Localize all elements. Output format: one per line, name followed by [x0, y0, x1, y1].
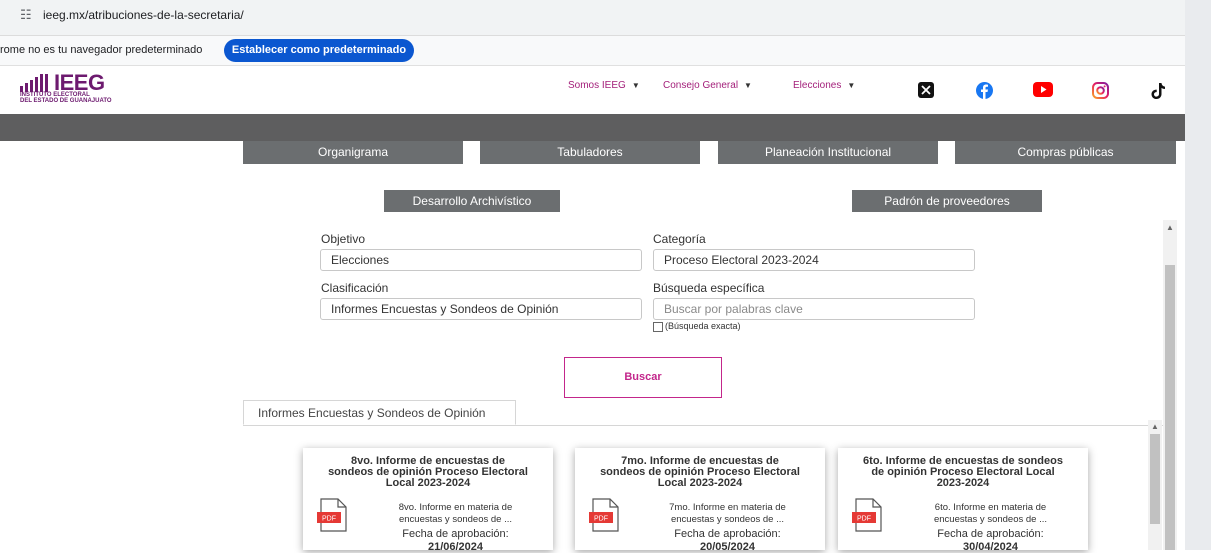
desarrollo-archivistico-button[interactable]: Desarrollo Archivístico: [384, 190, 560, 212]
nav-elecciones[interactable]: Elecciones ▼: [793, 80, 855, 91]
card-title[interactable]: 7mo. Informe de encuestas de sondeos de …: [575, 456, 825, 489]
card-title-line: Local 2023-2024: [385, 477, 471, 489]
pdf-label: PDF: [594, 516, 608, 523]
fecha-label: Fecha de aprobación:: [402, 528, 509, 540]
site-info-icon[interactable]: ☷: [20, 8, 32, 23]
youtube-icon[interactable]: [1033, 82, 1053, 97]
busqueda-exacta-label: (Búsqueda exacta): [665, 321, 741, 331]
nav-elecciones-label: Elecciones: [793, 80, 842, 91]
logo-bars-icon: [20, 74, 48, 92]
caret-down-icon: ▼: [631, 81, 640, 90]
card-desc-line: 7mo. Informe en materia de: [669, 502, 786, 513]
facebook-icon[interactable]: [976, 82, 993, 99]
busqueda-exacta-checkbox[interactable]: (Búsqueda exacta): [653, 321, 741, 332]
address-bar[interactable]: ☷ ieeg.mx/atribuciones-de-la-secretaria/: [0, 0, 1185, 36]
instagram-icon[interactable]: [1092, 82, 1109, 99]
window-edge: [1185, 0, 1211, 550]
card-desc-line: 6to. Informe en materia de: [934, 502, 1047, 513]
nav-consejo-general[interactable]: Consejo General ▼: [663, 80, 752, 91]
fecha-label: Fecha de aprobación:: [937, 528, 1044, 540]
tabuladores-button[interactable]: Tabuladores: [480, 141, 700, 164]
page-scrollbar[interactable]: ▲: [1163, 220, 1177, 550]
report-card[interactable]: 7mo. Informe de encuestas de sondeos de …: [575, 448, 825, 553]
nav-somos-ieeg[interactable]: Somos IEEG ▼: [568, 80, 640, 91]
categoria-label: Categoría: [653, 232, 706, 246]
url-text[interactable]: ieeg.mx/atribuciones-de-la-secretaria/: [43, 8, 244, 22]
card-desc-line: encuestas y sondeos de ...: [933, 514, 1048, 525]
ieeg-logo[interactable]: IEEG INSTITUTO ELECTORAL DEL ESTADO DE G…: [20, 70, 140, 104]
organigrama-button[interactable]: Organigrama: [243, 141, 463, 164]
card-title[interactable]: 8vo. Informe de encuestas de sondeos de …: [303, 456, 553, 489]
scrollbar-thumb[interactable]: [1150, 434, 1160, 524]
report-card[interactable]: 8vo. Informe de encuestas de sondeos de …: [303, 448, 553, 553]
padron-proveedores-button[interactable]: Padrón de proveedores: [852, 190, 1042, 212]
scroll-up-icon[interactable]: ▲: [1166, 223, 1174, 232]
card-desc-line: encuestas y sondeos de ...: [398, 514, 513, 525]
tab-informes-encuestas[interactable]: Informes Encuestas y Sondeos de Opinión: [243, 400, 516, 425]
tiktok-icon[interactable]: [1150, 82, 1166, 100]
logo-subtitle: INSTITUTO ELECTORAL DEL ESTADO DE GUANAJ…: [20, 92, 112, 104]
clasificacion-label: Clasificación: [321, 281, 389, 295]
objetivo-select[interactable]: Elecciones: [320, 249, 642, 271]
scrollbar-thumb[interactable]: [1165, 265, 1175, 550]
busqueda-label: Búsqueda específica: [653, 281, 765, 295]
pdf-icon[interactable]: PDF: [589, 498, 621, 532]
scroll-up-icon[interactable]: ▲: [1151, 422, 1159, 431]
set-default-button[interactable]: Establecer como predeterminado: [224, 39, 414, 62]
card-description: 7mo. Informe en materia de encuestas y s…: [635, 502, 820, 526]
pdf-icon[interactable]: PDF: [317, 498, 349, 532]
buscar-button[interactable]: Buscar: [564, 357, 722, 398]
caret-down-icon: ▼: [744, 81, 752, 90]
default-browser-infobar: rome no es tu navegador predeterminado E…: [0, 36, 1185, 66]
nav-somos-ieeg-label: Somos IEEG: [568, 80, 626, 91]
nav-consejo-general-label: Consejo General: [663, 80, 739, 91]
pdf-label: PDF: [322, 516, 336, 523]
card-desc-line: encuestas y sondeos de ...: [670, 514, 785, 525]
card-description: 6to. Informe en materia de encuestas y s…: [898, 502, 1083, 526]
logo-sub-line2: DEL ESTADO DE GUANAJUATO: [20, 98, 112, 104]
report-card[interactable]: 6to. Informe de encuestas de sondeos de …: [838, 448, 1088, 553]
infobar-message: rome no es tu navegador predeterminado: [0, 44, 203, 56]
checkbox-box[interactable]: [653, 321, 663, 332]
fecha-label: Fecha de aprobación:: [674, 528, 781, 540]
fecha-value: 21/06/2024: [427, 541, 484, 553]
fecha-value: 20/05/2024: [699, 541, 756, 553]
compras-publicas-button[interactable]: Compras públicas: [955, 141, 1176, 164]
card-title-line: 2023-2024: [936, 477, 990, 489]
card-title[interactable]: 6to. Informe de encuestas de sondeos de …: [838, 456, 1088, 489]
tab-strip-line: [243, 425, 1163, 426]
planeacion-institucional-button[interactable]: Planeación Institucional: [718, 141, 938, 164]
objetivo-label: Objetivo: [321, 232, 366, 246]
x-icon[interactable]: [918, 82, 934, 98]
categoria-select[interactable]: Proceso Electoral 2023-2024: [653, 249, 975, 271]
header-divider-bar: [0, 114, 1185, 141]
caret-down-icon: ▼: [847, 81, 856, 90]
busqueda-input[interactable]: Buscar por palabras clave: [653, 298, 975, 320]
clasificacion-select[interactable]: Informes Encuestas y Sondeos de Opinión: [320, 298, 642, 320]
card-title-line: Local 2023-2024: [657, 477, 743, 489]
pdf-label: PDF: [857, 516, 871, 523]
card-desc-line: 8vo. Informe en materia de: [398, 502, 513, 513]
card-description: 8vo. Informe en materia de encuestas y s…: [363, 502, 548, 526]
fecha-value: 30/04/2024: [962, 541, 1019, 553]
results-scrollbar[interactable]: ▲: [1148, 420, 1162, 550]
pdf-icon[interactable]: PDF: [852, 498, 884, 532]
